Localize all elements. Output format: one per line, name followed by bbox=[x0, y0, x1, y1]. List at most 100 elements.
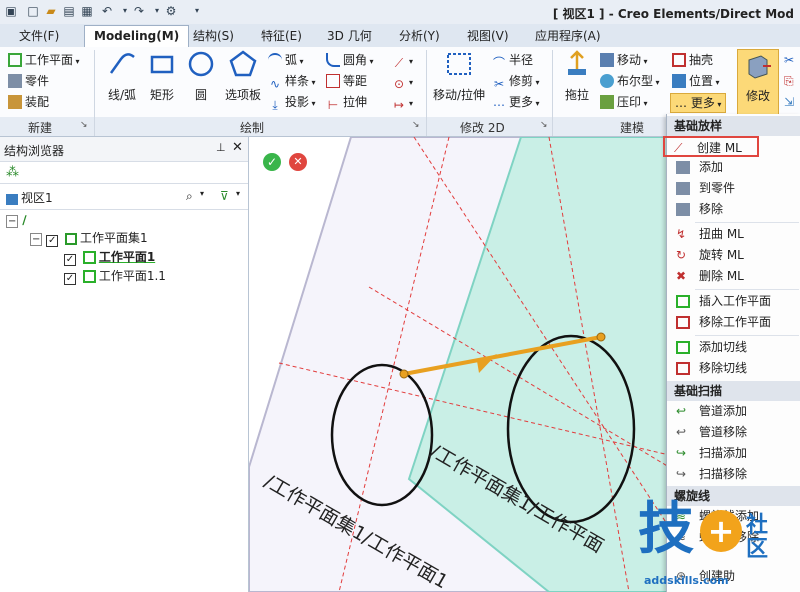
dropdown-icon[interactable]: ▾ bbox=[236, 189, 240, 198]
collapse-icon[interactable]: − bbox=[6, 215, 19, 228]
menu-item-sweep-add[interactable]: ↪ 扫描添加 bbox=[667, 443, 800, 464]
tree-item-workplane-1[interactable]: ✓ 工作平面1 bbox=[64, 248, 155, 266]
extend-button[interactable]: ⊢ 拉伸 bbox=[326, 93, 367, 112]
line-tool-button[interactable]: ⟋ ▾ bbox=[392, 51, 413, 70]
menu-item-create-ml[interactable]: ⟋ 创建 ML bbox=[663, 136, 759, 157]
imprint-button[interactable]: 压印 ▾ bbox=[600, 93, 648, 111]
workplane-button[interactable]: 工作平面 ▾ bbox=[8, 51, 80, 69]
menu-item-add-tangent[interactable]: 添加切线 bbox=[667, 337, 800, 358]
menu-item-pipe-remove[interactable]: ↩ 管道移除 bbox=[667, 422, 800, 443]
confirm-icon[interactable]: ✓ bbox=[263, 153, 281, 171]
customize-icon[interactable]: ▾ bbox=[190, 4, 204, 18]
menu-separator bbox=[695, 222, 799, 223]
tree-root[interactable]: − ∕ bbox=[6, 211, 27, 229]
paste-icon[interactable]: ⇲ bbox=[784, 95, 794, 109]
rectangle-button[interactable]: 矩形 bbox=[144, 49, 180, 103]
expand-icon[interactable]: ↘ bbox=[80, 120, 88, 130]
view-selector[interactable]: 视区1 bbox=[6, 189, 242, 207]
position-button[interactable]: 位置 ▾ bbox=[672, 72, 720, 90]
assembly-button[interactable]: 装配 bbox=[8, 93, 49, 111]
radius-button[interactable]: ⌒ 半径 bbox=[492, 51, 533, 70]
menu-item-add[interactable]: 添加 bbox=[667, 157, 800, 178]
move-button[interactable]: 移动 ▾ bbox=[600, 51, 648, 69]
menu-item-twist-ml[interactable]: ↯ 扭曲 ML bbox=[667, 224, 800, 245]
tab-analysis[interactable]: 分析(Y) bbox=[390, 26, 449, 46]
watermark-community: 社区 bbox=[746, 513, 769, 562]
close-icon[interactable]: ✕ bbox=[232, 140, 243, 155]
offset-button[interactable]: 等距 bbox=[326, 72, 367, 90]
move-extrude-icon bbox=[447, 53, 471, 75]
sweep-add-icon: ↪ bbox=[676, 446, 687, 460]
redo-icon[interactable]: ↷ bbox=[132, 4, 146, 18]
filter-icon[interactable]: ⊽ bbox=[220, 189, 229, 203]
visibility-checkbox[interactable]: ✓ bbox=[64, 254, 76, 266]
tree-icon[interactable]: ⁂ bbox=[6, 165, 19, 180]
spline-button[interactable]: ∿ 样条 ▾ bbox=[268, 72, 316, 91]
dropdown-icon[interactable]: ▾ bbox=[118, 4, 132, 18]
menu-item-remove-tangent[interactable]: 移除切线 bbox=[667, 358, 800, 379]
trim-button[interactable]: ✂ 修剪 ▾ bbox=[492, 72, 540, 91]
boolean-button[interactable]: 布尔型 ▾ bbox=[600, 72, 660, 90]
arc-button[interactable]: 弧 ▾ bbox=[268, 51, 304, 69]
tab-feature[interactable]: 特征(E) bbox=[252, 26, 311, 46]
more-2d-button[interactable]: ⋯ 更多 ▾ bbox=[492, 93, 540, 112]
print-preview-icon[interactable]: ▦ bbox=[80, 4, 94, 18]
new-file-icon[interactable]: □ bbox=[26, 4, 40, 18]
modify-icon bbox=[748, 55, 771, 79]
visibility-checkbox[interactable]: ✓ bbox=[46, 235, 59, 247]
pin-icon[interactable]: ⊥ bbox=[216, 141, 226, 154]
menu-item-rotate-ml[interactable]: ↻ 旋转 ML bbox=[667, 245, 800, 266]
app-icon: ▣ bbox=[5, 4, 17, 18]
create-ml-icon: ⟋ bbox=[674, 141, 683, 155]
menu-separator bbox=[695, 335, 799, 336]
tab-3d-geometry[interactable]: 3D 几何 bbox=[318, 26, 381, 46]
menu-item-insert-workplane[interactable]: 插入工作平面 bbox=[667, 291, 800, 312]
point-tool-button[interactable]: ⊙ ▾ bbox=[392, 72, 413, 91]
line-arc-button[interactable]: 线/弧 bbox=[102, 49, 142, 103]
tab-structure[interactable]: 结构(S) bbox=[184, 26, 243, 46]
menu-section-loft: 基础放样 bbox=[667, 116, 800, 136]
construction-tool-button[interactable]: ↦ ▾ bbox=[392, 93, 413, 112]
dropdown-icon[interactable]: ▾ bbox=[200, 189, 204, 198]
move-extrude-button[interactable]: 移动/拉伸 bbox=[430, 49, 488, 103]
cancel-icon[interactable]: ✕ bbox=[289, 153, 307, 171]
menu-item-remove[interactable]: 移除 bbox=[667, 199, 800, 220]
tab-applications[interactable]: 应用程序(A) bbox=[526, 26, 610, 46]
more-model-button[interactable]: … 更多 ▾ bbox=[670, 93, 726, 113]
fillet-button[interactable]: 圆角 ▾ bbox=[326, 51, 374, 69]
menu-item-sweep-remove[interactable]: ↪ 扫描移除 bbox=[667, 464, 800, 485]
rotate-icon: ↻ bbox=[676, 248, 687, 262]
tree-item-workplane-set[interactable]: − ✓ 工作平面集1 bbox=[30, 229, 148, 247]
undo-icon[interactable]: ↶ bbox=[100, 4, 114, 18]
expand-icon[interactable]: ↘ bbox=[412, 120, 420, 130]
part-button[interactable]: 零件 bbox=[8, 72, 49, 90]
fillet-icon bbox=[326, 53, 340, 67]
menu-section-sweep: 基础扫描 bbox=[667, 381, 800, 401]
menu-item-remove-workplane[interactable]: 移除工作平面 bbox=[667, 312, 800, 333]
projection-button[interactable]: ⤓ 投影 ▾ bbox=[268, 93, 315, 112]
shell-button[interactable]: 抽壳 bbox=[672, 51, 713, 69]
tab-file[interactable]: 文件(F) bbox=[10, 26, 68, 46]
open-folder-icon[interactable]: ▰ bbox=[44, 4, 58, 18]
tab-view[interactable]: 视图(V) bbox=[458, 26, 518, 46]
palette-button[interactable]: 选项板 bbox=[220, 49, 266, 103]
modify-button[interactable]: 修改 bbox=[737, 49, 779, 117]
visibility-checkbox[interactable]: ✓ bbox=[64, 273, 76, 285]
menu-item-delete-ml[interactable]: ✖ 删除 ML bbox=[667, 266, 800, 287]
expand-icon[interactable]: ↘ bbox=[540, 120, 548, 130]
copy-icon[interactable]: ⎘ bbox=[784, 74, 794, 89]
tree-item-workplane-1-1[interactable]: ✓ 工作平面1.1 bbox=[64, 267, 166, 285]
pull-button[interactable]: 拖拉 bbox=[558, 49, 596, 103]
collapse-icon[interactable]: − bbox=[30, 233, 43, 246]
menu-item-pipe-add[interactable]: ↩ 管道添加 bbox=[667, 401, 800, 422]
binoculars-icon[interactable]: ⌕ bbox=[186, 189, 193, 204]
save-icon[interactable]: ▤ bbox=[62, 4, 76, 18]
rectangle-icon bbox=[150, 55, 174, 74]
circle-button[interactable]: 圆 bbox=[184, 49, 218, 103]
tools-icon[interactable]: ⚙ bbox=[164, 4, 178, 18]
dropdown-icon[interactable]: ▾ bbox=[150, 4, 164, 18]
menu-item-to-part[interactable]: 到零件 bbox=[667, 178, 800, 199]
cut-icon[interactable]: ✂ bbox=[784, 53, 794, 67]
pipe-add-icon: ↩ bbox=[676, 404, 687, 418]
tab-modeling[interactable]: Modeling(M) bbox=[84, 25, 190, 48]
